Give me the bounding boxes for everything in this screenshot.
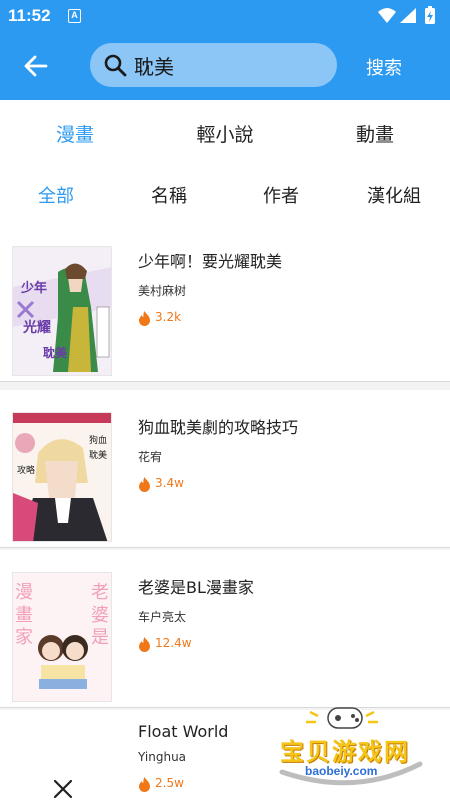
heat-value: 12.4w — [155, 636, 192, 650]
gamepad-icon — [306, 707, 378, 729]
list-item[interactable]: 少年 光耀 耽美 少年啊！要光耀耽美 美村麻树 3.2k — [0, 224, 450, 382]
svg-text:畫: 畫 — [15, 605, 33, 626]
cover-image: 狗血 耽美 攻略 — [12, 412, 112, 542]
status-bar: 11:52 A — [0, 0, 450, 32]
status-time: 11:52 — [8, 6, 51, 25]
back-arrow-icon[interactable] — [22, 52, 50, 80]
heat-value: 3.4w — [155, 476, 184, 490]
filter-all[interactable]: 全部 — [11, 182, 101, 208]
item-title: 少年啊！要光耀耽美 — [138, 252, 283, 271]
fire-icon — [139, 311, 150, 326]
tab-anime[interactable]: 動畫 — [315, 120, 435, 147]
item-title: 老婆是BL漫畫家 — [138, 578, 254, 597]
item-author: Yinghua — [138, 750, 187, 764]
item-title: Float World — [138, 722, 229, 741]
item-author: 车户亮太 — [138, 610, 187, 624]
fire-icon — [139, 777, 150, 792]
svg-text:漫: 漫 — [15, 582, 33, 603]
search-icon — [103, 53, 127, 77]
battery-icon — [425, 6, 435, 24]
svg-text:少年: 少年 — [20, 280, 47, 296]
svg-text:老: 老 — [91, 582, 109, 603]
svg-text:是: 是 — [91, 627, 109, 648]
svg-text:耽美: 耽美 — [89, 449, 107, 461]
fire-icon — [139, 477, 150, 492]
item-title: 狗血耽美劇的攻略技巧 — [138, 418, 299, 437]
watermark-title: 宝贝游戏网 — [280, 738, 410, 766]
close-icon[interactable] — [50, 774, 76, 800]
svg-text:耽美: 耽美 — [43, 345, 68, 360]
search-button[interactable]: 搜索 — [366, 54, 402, 80]
cover-image: 漫 畫 家 老 婆 是 — [12, 572, 112, 702]
heat-value: 3.2k — [155, 310, 182, 324]
svg-text:婆: 婆 — [91, 605, 109, 626]
tab-manga[interactable]: 漫畫 — [15, 120, 135, 147]
fire-icon — [139, 637, 150, 652]
heat-value: 2.5w — [155, 776, 184, 790]
status-icons — [376, 6, 442, 26]
wifi-icon — [378, 8, 396, 23]
svg-text:攻略: 攻略 — [17, 464, 35, 476]
search-box[interactable] — [90, 43, 337, 87]
notification-icon: A — [68, 9, 81, 23]
filter-tabs: 全部 名稱 作者 漢化組 — [0, 164, 450, 224]
app-header: 11:52 A 耽美 搜索 — [0, 0, 450, 100]
list-item[interactable]: 狗血 耽美 攻略 狗血耽美劇的攻略技巧 花宥 3.4w — [0, 390, 450, 548]
cover-image: 少年 光耀 耽美 — [12, 246, 112, 376]
filter-name[interactable]: 名稱 — [124, 182, 214, 208]
watermark-logo: 宝贝游戏网 baobeiy.com — [270, 702, 440, 792]
svg-text:狗血: 狗血 — [89, 434, 107, 446]
category-tabs: 漫畫 輕小說 動畫 — [0, 100, 450, 164]
tab-light-novel[interactable]: 輕小說 — [165, 120, 285, 147]
item-author: 花宥 — [138, 450, 163, 464]
svg-text:家: 家 — [15, 627, 33, 648]
list-item[interactable]: 漫 畫 家 老 婆 是 老婆是BL漫畫家 车户亮太 12.4w — [0, 550, 450, 708]
filter-author[interactable]: 作者 — [236, 182, 326, 208]
search-input[interactable] — [134, 49, 324, 81]
filter-translator-group[interactable]: 漢化組 — [349, 182, 439, 208]
signal-icon — [400, 8, 416, 23]
item-author: 美村麻树 — [138, 284, 187, 298]
svg-text:光耀: 光耀 — [22, 319, 51, 336]
watermark-url: baobeiy.com — [305, 764, 378, 778]
